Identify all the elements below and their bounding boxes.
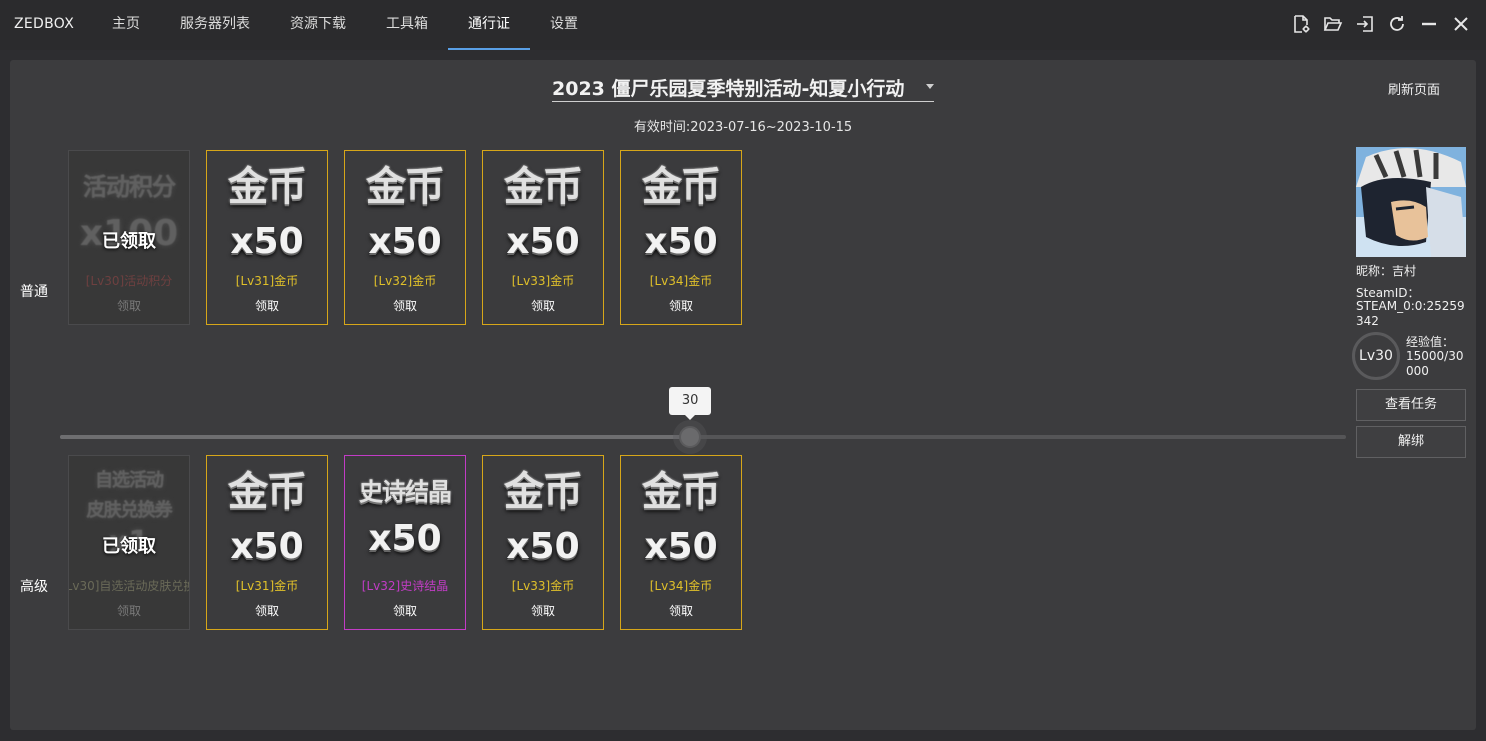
- main-nav: 主页 服务器列表 资源下载 工具箱 通行证 设置: [92, 0, 598, 50]
- level-badge: Lv30: [1352, 332, 1400, 380]
- reward-card-normal-lv34: 金币 x50 [Lv34]金币 领取: [620, 150, 742, 325]
- claim-button[interactable]: 领取: [207, 297, 327, 314]
- reward-art-qty: x50: [506, 221, 580, 262]
- reward-label: [Lv32]史诗结晶: [361, 579, 449, 593]
- reward-art: 自选活动 皮肤兑换券 x1: [69, 466, 189, 576]
- claim-button[interactable]: 领取: [483, 297, 603, 314]
- claim-button[interactable]: 领取: [69, 297, 189, 314]
- reward-art-name: 金币: [621, 466, 741, 518]
- reward-art: 金币 x50: [207, 466, 327, 576]
- minimize-icon[interactable]: [1418, 13, 1440, 35]
- claim-button[interactable]: 领取: [483, 602, 603, 619]
- claim-button[interactable]: 领取: [69, 602, 189, 619]
- close-icon[interactable]: [1450, 13, 1472, 35]
- reward-label: [Lv34]金币: [649, 274, 713, 288]
- reward-card-advanced-lv33: 金币 x50 [Lv33]金币 领取: [482, 455, 604, 630]
- profile-steamid: STEAM_0:0:25259342: [1356, 299, 1465, 328]
- claim-button[interactable]: 领取: [621, 602, 741, 619]
- nav-home[interactable]: 主页: [92, 0, 160, 50]
- reward-art-name: 史诗结晶: [345, 474, 465, 510]
- claim-button[interactable]: 领取: [207, 602, 327, 619]
- chevron-down-icon: [926, 84, 934, 89]
- reward-label: [Lv34]金币: [649, 579, 713, 593]
- refresh-page-button[interactable]: 刷新页面: [1388, 79, 1440, 98]
- reward-art: 史诗结晶 x50: [345, 466, 465, 576]
- reward-card-normal-lv31: 金币 x50 [Lv31]金币 领取: [206, 150, 328, 325]
- profile-nickname: 昵称：吉村: [1356, 264, 1417, 278]
- slider-value-tooltip: 30: [669, 387, 712, 420]
- reward-art-qty: x50: [644, 526, 718, 567]
- reward-label: [Lv31]金币: [235, 579, 299, 593]
- season-select[interactable]: 2023 僵尸乐园夏季特别活动-知夏小行动: [552, 72, 934, 102]
- nav-settings[interactable]: 设置: [530, 0, 598, 50]
- reward-label: [Lv33]金币: [511, 274, 575, 288]
- reward-card-advanced-lv32: 史诗结晶 x50 [Lv32]史诗结晶 领取: [344, 455, 466, 630]
- reward-art: 金币 x50: [483, 161, 603, 271]
- slider-fill: [60, 435, 691, 439]
- reward-label: [Lv30]自选活动皮肤兑换券: [69, 579, 189, 593]
- reward-card-normal-lv33: 金币 x50 [Lv33]金币 领取: [482, 150, 604, 325]
- reward-art-name: 金币: [483, 466, 603, 518]
- unbind-button[interactable]: 解绑: [1356, 426, 1466, 458]
- file-settings-icon[interactable]: [1290, 13, 1312, 35]
- reward-art-qty: x50: [644, 221, 718, 262]
- reward-art-name-line2: 皮肤兑换券: [69, 496, 189, 526]
- refresh-icon[interactable]: [1386, 13, 1408, 35]
- view-tasks-button[interactable]: 查看任务: [1356, 389, 1466, 421]
- reward-art-qty: x50: [230, 221, 304, 262]
- season-title: 2023 僵尸乐园夏季特别活动-知夏小行动: [552, 78, 905, 100]
- exp-value: 15000/30000: [1406, 349, 1464, 378]
- reward-art-name: 金币: [483, 161, 603, 213]
- reward-art: 金币 x50: [207, 161, 327, 271]
- season-validity: 有效时间:2023-07-16~2023-10-15: [633, 120, 853, 135]
- reward-art-name: 金币: [621, 161, 741, 213]
- title-bar: ZEDBOX 主页 服务器列表 资源下载 工具箱 通行证 设置: [0, 0, 1486, 50]
- claimed-status: 已领取: [102, 536, 156, 557]
- reward-card-normal-lv30: 活动积分 x100 已领取 [Lv30]活动积分 领取: [68, 150, 190, 325]
- claim-button[interactable]: 领取: [621, 297, 741, 314]
- reward-art-name: 金币: [207, 466, 327, 518]
- claim-button[interactable]: 领取: [345, 602, 465, 619]
- reward-art: 金币 x50: [345, 161, 465, 271]
- reward-art-qty: x50: [368, 221, 442, 262]
- claimed-status: 已领取: [102, 231, 156, 252]
- reward-art-qty: x50: [230, 526, 304, 567]
- reward-art-name: 金币: [345, 161, 465, 213]
- reward-art-name: 活动积分: [69, 169, 189, 205]
- reward-art-name: 自选活动: [69, 466, 189, 496]
- nav-toolbox[interactable]: 工具箱: [366, 0, 448, 50]
- avatar: [1356, 147, 1466, 257]
- reward-card-normal-lv32: 金币 x50 [Lv32]金币 领取: [344, 150, 466, 325]
- reward-card-advanced-lv31: 金币 x50 [Lv31]金币 领取: [206, 455, 328, 630]
- row-label-advanced: 高级: [20, 579, 48, 595]
- sign-in-icon[interactable]: [1354, 13, 1376, 35]
- reward-art: 活动积分 x100: [69, 161, 189, 271]
- nav-pass[interactable]: 通行证: [448, 0, 530, 50]
- reward-card-advanced-lv34: 金币 x50 [Lv34]金币 领取: [620, 455, 742, 630]
- reward-art-name: 金币: [207, 161, 327, 213]
- folder-open-icon[interactable]: [1322, 13, 1344, 35]
- nav-downloads[interactable]: 资源下载: [270, 0, 366, 50]
- reward-label: [Lv33]金币: [511, 579, 575, 593]
- nav-server-list[interactable]: 服务器列表: [160, 0, 270, 50]
- reward-art: 金币 x50: [621, 466, 741, 576]
- reward-label: [Lv31]金币: [235, 274, 299, 288]
- reward-art-qty: x50: [506, 526, 580, 567]
- pass-panel: 2023 僵尸乐园夏季特别活动-知夏小行动 有效时间:2023-07-16~20…: [10, 60, 1476, 730]
- claim-button[interactable]: 领取: [345, 297, 465, 314]
- reward-label: [Lv32]金币: [373, 274, 437, 288]
- window-controls: [1290, 13, 1472, 35]
- reward-label: [Lv30]活动积分: [85, 274, 173, 288]
- slider-thumb[interactable]: [679, 426, 702, 448]
- reward-art-qty: x50: [368, 518, 442, 559]
- app-brand: ZEDBOX: [14, 16, 75, 32]
- reward-art: 金币 x50: [483, 466, 603, 576]
- reward-card-advanced-lv30: 自选活动 皮肤兑换券 x1 已领取 [Lv30]自选活动皮肤兑换券 领取: [68, 455, 190, 630]
- exp-label: 经验值：: [1406, 335, 1455, 349]
- reward-art: 金币 x50: [621, 161, 741, 271]
- row-label-normal: 普通: [20, 284, 48, 300]
- level-slider[interactable]: 30: [60, 387, 1346, 448]
